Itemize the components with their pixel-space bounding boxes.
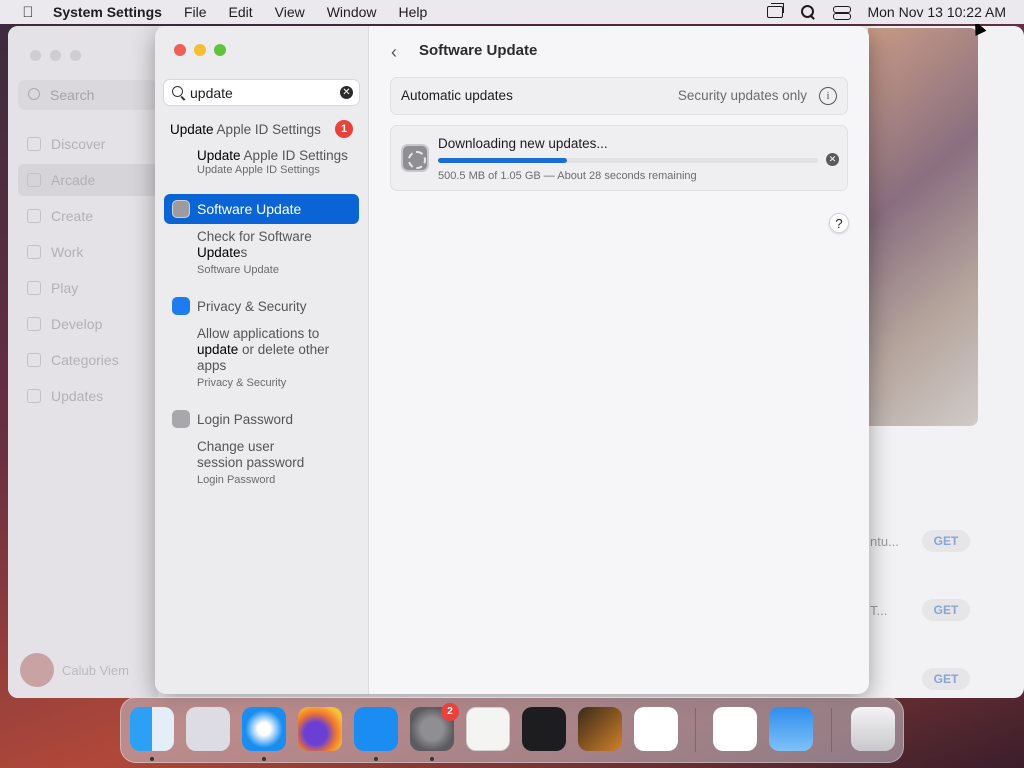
search-icon xyxy=(28,88,40,100)
featured-banner[interactable] xyxy=(868,28,978,426)
finder-icon[interactable] xyxy=(130,707,174,751)
trash-icon[interactable] xyxy=(851,707,895,751)
get-button[interactable]: GET xyxy=(922,599,970,621)
download-status-card: Downloading new updates... 500.5 MB of 1… xyxy=(390,125,848,191)
automatic-updates-row: Automatic updates Security updates only … xyxy=(390,77,848,115)
rocket-icon xyxy=(27,281,41,295)
visual-studio-icon[interactable] xyxy=(713,707,757,751)
result-apple-id[interactable]: Update Apple ID Settings xyxy=(170,122,321,137)
avatar xyxy=(20,653,54,687)
result-privacy-security[interactable]: Privacy & Security xyxy=(197,299,307,314)
menu-help[interactable]: Help xyxy=(399,4,428,20)
download-status: 500.5 MB of 1.05 GB — About 28 seconds r… xyxy=(438,170,697,182)
spotlight-icon[interactable] xyxy=(801,5,815,19)
firefox-icon[interactable] xyxy=(298,707,342,751)
nav-discover[interactable]: Discover xyxy=(18,128,158,160)
minimize-window-button[interactable] xyxy=(194,44,206,56)
system-settings-window: update ✕ Update Apple ID Settings 1 Upda… xyxy=(155,26,869,694)
clear-search-icon[interactable]: ✕ xyxy=(340,86,353,99)
running-indicator xyxy=(150,757,154,761)
menu-edit[interactable]: Edit xyxy=(229,4,253,20)
app-store-icon[interactable] xyxy=(354,707,398,751)
hammer-icon xyxy=(27,317,41,331)
nav-categories[interactable]: Categories xyxy=(18,344,158,376)
download-icon xyxy=(27,389,41,403)
nav-work[interactable]: Work xyxy=(18,236,158,268)
menu-app-name[interactable]: System Settings xyxy=(53,4,162,20)
account-button[interactable]: Calub Viem xyxy=(20,653,160,689)
nav-create[interactable]: Create xyxy=(18,200,158,232)
app-store-search[interactable]: Search xyxy=(18,80,158,110)
app-store-traffic-lights xyxy=(30,50,81,61)
stage-manager-icon[interactable] xyxy=(767,3,785,18)
result-login-password[interactable]: Login Password xyxy=(197,412,293,427)
nav-play[interactable]: Play xyxy=(18,272,158,304)
get-button[interactable]: GET xyxy=(922,668,970,690)
weather-icon[interactable] xyxy=(769,707,813,751)
chevron-left-icon[interactable]: ‹ xyxy=(391,42,397,63)
brush-icon xyxy=(27,209,41,223)
terminal-icon[interactable] xyxy=(522,707,566,751)
dock-separator xyxy=(831,708,832,752)
settings-sidebar: update ✕ Update Apple ID Settings 1 Upda… xyxy=(155,26,369,694)
cancel-download-icon[interactable]: ✕ xyxy=(826,153,839,166)
apple-menu-icon[interactable]:  xyxy=(17,4,39,21)
settings-content: ‹ Software Update Automatic updates Secu… xyxy=(369,26,869,694)
notification-badge: 2 xyxy=(441,703,459,721)
result-software-update[interactable]: Software Update xyxy=(164,194,359,224)
download-progress-fill xyxy=(438,158,568,163)
nav-arcade[interactable]: Arcade xyxy=(18,164,158,196)
grid-icon xyxy=(27,353,41,367)
page-title: Software Update xyxy=(419,42,538,59)
control-center-icon[interactable] xyxy=(833,5,852,20)
paperplane-icon xyxy=(27,245,41,259)
garageband-icon[interactable] xyxy=(578,707,622,751)
running-indicator xyxy=(374,757,378,761)
close-window-button[interactable] xyxy=(174,44,186,56)
menu-bar:  System Settings File Edit View Window … xyxy=(0,0,1024,24)
info-icon[interactable]: i xyxy=(819,87,837,105)
menu-view[interactable]: View xyxy=(275,4,305,20)
automatic-updates-label: Automatic updates xyxy=(401,88,513,103)
menu-file[interactable]: File xyxy=(184,4,207,20)
gear-icon xyxy=(172,200,190,218)
vscode-icon[interactable] xyxy=(634,707,678,751)
zoom-window-button[interactable] xyxy=(214,44,226,56)
automatic-updates-value: Security updates only xyxy=(677,88,807,103)
dock-separator xyxy=(695,708,696,752)
menu-window[interactable]: Window xyxy=(327,4,377,20)
menu-clock[interactable]: Mon Nov 13 10:22 AM xyxy=(867,4,1006,20)
search-value: update xyxy=(190,85,233,101)
traffic-lights xyxy=(174,44,226,56)
nav-updates[interactable]: Updates xyxy=(18,380,158,412)
result-change-password[interactable]: Change user session password Login Passw… xyxy=(197,439,304,488)
notification-badge: 1 xyxy=(335,120,353,138)
hand-icon xyxy=(172,297,190,315)
dock: 2 xyxy=(120,697,904,763)
arcade-icon xyxy=(27,173,41,187)
download-title: Downloading new updates... xyxy=(438,136,608,151)
textedit-icon[interactable] xyxy=(466,707,510,751)
software-update-icon xyxy=(401,144,429,172)
running-indicator xyxy=(430,757,434,761)
help-button[interactable]: ? xyxy=(829,213,849,233)
safari-icon[interactable] xyxy=(242,707,286,751)
search-icon xyxy=(172,86,183,97)
running-indicator xyxy=(262,757,266,761)
app-store-sidebar: Search Discover Arcade Create Work Play … xyxy=(8,26,158,698)
result-apple-id-sub[interactable]: Update Apple ID Settings Update Apple ID… xyxy=(197,148,348,176)
nav-develop[interactable]: Develop xyxy=(18,308,158,340)
result-check-updates[interactable]: Check for Software Updates Software Upda… xyxy=(197,229,312,278)
download-progress-bar xyxy=(438,158,818,163)
launchpad-icon[interactable] xyxy=(186,707,230,751)
result-allow-apps[interactable]: Allow applications to update or delete o… xyxy=(197,326,329,391)
lock-icon xyxy=(172,410,190,428)
get-button[interactable]: GET xyxy=(922,530,970,552)
star-icon xyxy=(27,137,41,151)
settings-search-input[interactable]: update ✕ xyxy=(163,79,360,106)
